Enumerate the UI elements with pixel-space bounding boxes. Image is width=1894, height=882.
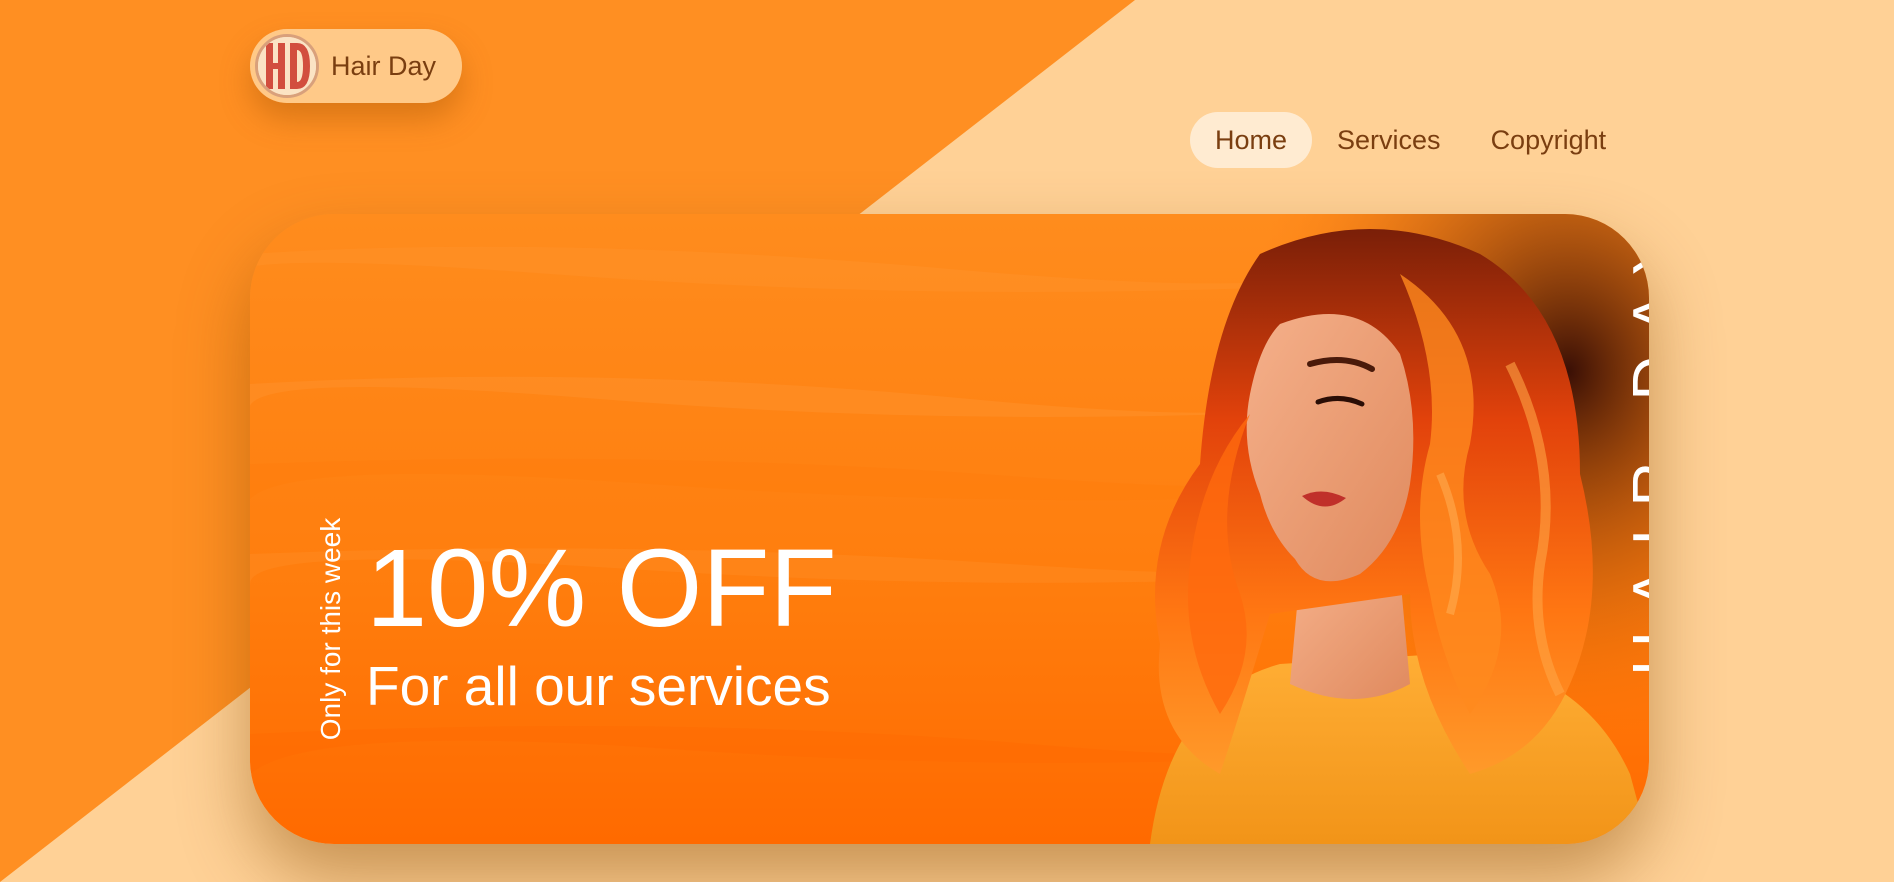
offer-title: 10% OFF xyxy=(366,527,837,650)
tagline-vertical: Only for this week xyxy=(315,517,346,741)
logo-text: Hair Day xyxy=(331,50,437,81)
hero-banner: Only for this week 10% OFF For all our s… xyxy=(250,214,1649,844)
logo-monogram-icon xyxy=(255,34,319,98)
nav-home-link[interactable]: Home xyxy=(1190,112,1313,168)
logo-button[interactable]: Hair Day xyxy=(250,29,462,103)
offer-subtitle: For all our services xyxy=(366,655,831,717)
main-nav: Home Services Copyright xyxy=(1190,112,1631,168)
nav-copyright-link[interactable]: Copyright xyxy=(1466,112,1632,168)
brand-vertical-text: HAIR DAY xyxy=(1621,214,1649,674)
model-photo xyxy=(1110,214,1649,844)
nav-services-link[interactable]: Services xyxy=(1312,112,1466,168)
